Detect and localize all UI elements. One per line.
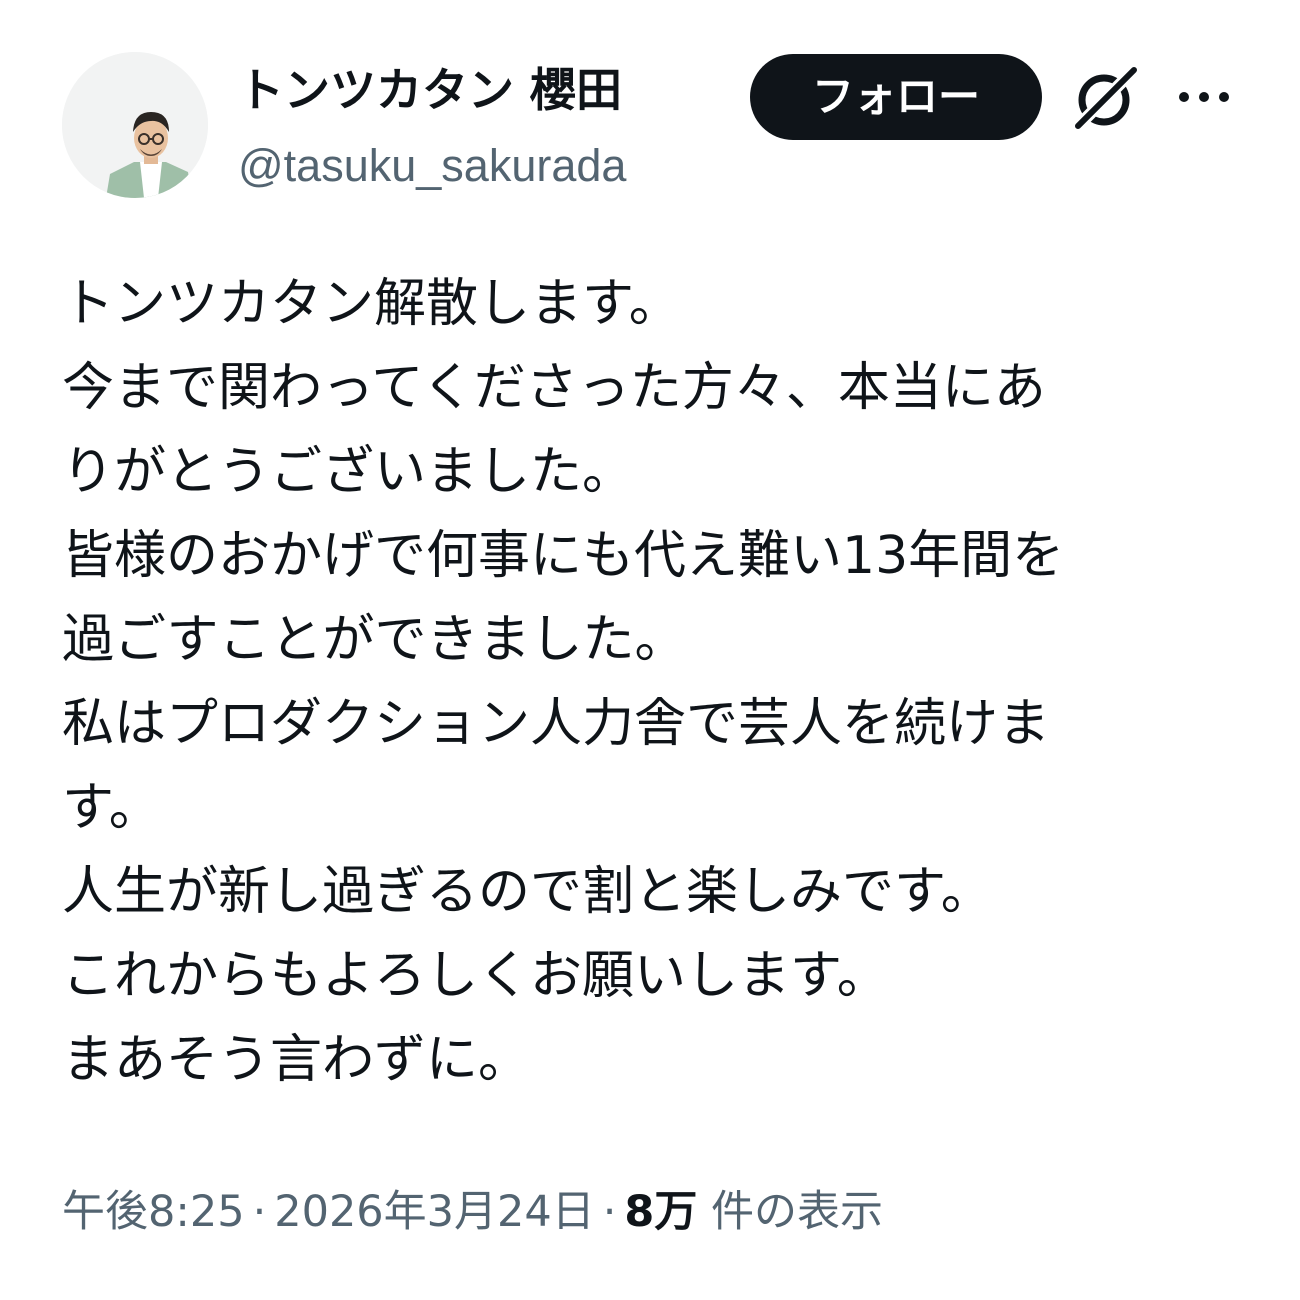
separator: · (602, 1187, 617, 1237)
post-text-line: 人生が新し過ぎるので割と楽しみです。 (62, 862, 993, 922)
post-text-line: 今まで関わってくださった方々、本当にあ (62, 358, 1046, 418)
grok-icon[interactable] (1070, 62, 1142, 134)
tweet-card: トンツカタン 櫻田 @tasuku_sakurada フォロー トンツカタン解散… (0, 0, 1300, 1300)
more-options-icon[interactable] (1174, 82, 1234, 112)
follow-button[interactable]: フォロー (750, 54, 1042, 140)
author-info: トンツカタン 櫻田 @tasuku_sakurada (238, 58, 626, 194)
post-time[interactable]: 午後8:25 (62, 1187, 245, 1237)
views-label: 件の表示 (711, 1187, 884, 1237)
author-handle[interactable]: @tasuku_sakurada (238, 138, 626, 194)
tweet-header: トンツカタン 櫻田 @tasuku_sakurada フォロー (62, 52, 1242, 202)
post-text: トンツカタン解散します。 今まで関わってくださった方々、本当にあ りがとうござい… (62, 262, 1242, 1102)
post-text-line: りがとうございました。 (62, 442, 635, 502)
post-metadata: 午後8:25 · 2026年3月24日 · 8万 件の表示 (62, 1180, 883, 1244)
post-text-line: 過ごすことができました。 (62, 610, 687, 670)
post-text-line: 皆様のおかげで何事にも代え難い13年間を (62, 526, 1065, 586)
user-avatar-photo-icon (62, 52, 208, 198)
views-count[interactable]: 8万 (624, 1187, 697, 1237)
post-date[interactable]: 2026年3月24日 (274, 1187, 595, 1237)
avatar[interactable] (62, 52, 208, 198)
post-text-line: これからもよろしくお願いします。 (62, 946, 889, 1006)
separator: · (252, 1187, 267, 1237)
post-text-line: 私はプロダクション人力舎で芸人を続けま (62, 694, 1051, 754)
post-text-line: まあそう言わずに。 (62, 1030, 531, 1090)
post-text-line: トンツカタン解散します。 (62, 274, 681, 334)
post-text-line: す。 (62, 778, 161, 838)
author-display-name[interactable]: トンツカタン 櫻田 (238, 58, 626, 122)
